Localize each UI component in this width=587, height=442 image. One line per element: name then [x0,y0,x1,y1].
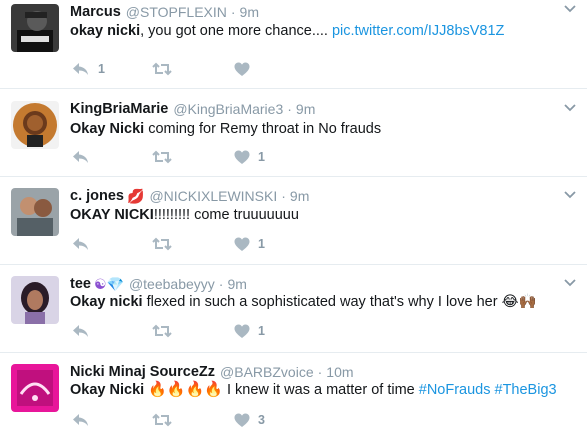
user-name[interactable]: KingBriaMarie [70,100,168,118]
timeline: Marcus @STOPFLEXIN · 9m okay nicki, you … [0,0,587,442]
tweet[interactable]: c. jones 💋 @NICKIXLEWINSKI · 9m OKAY NIC… [0,177,587,265]
hashtag-links[interactable]: #NoFrauds #TheBig3 [419,382,557,398]
reply-icon [73,151,88,163]
avatar[interactable] [11,276,59,324]
like-icon [234,150,250,164]
reply-icon [73,325,88,337]
separator: · [317,364,323,380]
like-button[interactable]: 1 [234,234,265,254]
like-icon [234,62,250,76]
tweet-text-bold: OKAY NICKI [70,207,154,223]
like-icon [234,237,250,251]
like-button[interactable] [234,59,250,79]
user-name[interactable]: Nicki Minaj SourceZz [70,363,215,381]
timestamp[interactable]: 10m [326,363,353,381]
tweet-text-body: flexed in such a sophisticated way that'… [142,294,498,310]
user-handle[interactable]: @teebabeyyy [129,275,215,293]
avatar[interactable] [11,364,59,412]
tweet-text-bold: Okay Nicki [70,121,145,137]
caret-down-icon[interactable] [563,4,577,14]
tweet-text-body: coming for Remy throat in No frauds [144,121,382,137]
retweet-icon [152,62,172,76]
reply-button[interactable] [72,147,90,167]
yin-yang-emoji: ☯💎 [93,276,124,292]
tweet-text: okay nicki, you got one more chance.... … [70,21,504,41]
separator: · [281,188,286,204]
tweet-text: OKAY NICKI!!!!!!!!! come truuuuuuu [70,205,299,225]
user-handle[interactable]: @STOPFLEXIN [126,3,227,21]
user-name[interactable]: Marcus [70,3,121,21]
retweet-button[interactable] [152,147,172,167]
reply-button[interactable] [72,234,90,254]
text-emoji: 😂🙌🏾 [501,294,537,310]
fire-emoji: 🔥🔥🔥🔥 [148,381,223,398]
user-handle[interactable]: @NICKIXLEWINSKI [149,187,277,205]
tweet[interactable]: Nicki Minaj SourceZz @BARBZvoice · 10m O… [0,353,587,442]
reply-count: 1 [98,62,105,76]
user-handle[interactable]: @BARBZvoice [220,363,314,381]
timestamp[interactable]: 9m [240,3,259,21]
tweet[interactable]: Marcus @STOPFLEXIN · 9m okay nicki, you … [0,0,587,89]
separator: · [218,276,224,292]
retweet-icon [152,150,172,164]
reply-icon [73,414,88,426]
avatar[interactable] [11,101,59,149]
reply-icon [73,238,88,250]
like-icon [234,413,250,427]
user-handle[interactable]: @KingBriaMarie3 [173,100,283,118]
tweet-text-body: , you got one more chance.... [140,23,328,39]
media-link[interactable]: pic.twitter.com/IJJ8bsV81Z [332,23,504,39]
reply-button[interactable] [72,321,90,341]
timestamp[interactable]: 9m [227,275,246,293]
caret-down-icon[interactable] [563,278,577,288]
tweet-text: Okay Nicki 🔥🔥🔥🔥 I knew it was a matter o… [70,380,557,400]
retweet-button[interactable] [152,59,172,79]
retweet-icon [152,413,172,427]
reply-icon [73,63,88,75]
tweet-text-bold: Okay Nicki [70,382,145,398]
like-count: 1 [258,237,265,251]
caret-down-icon[interactable] [563,190,577,200]
user-name[interactable]: tee [70,275,91,293]
like-button[interactable]: 3 [234,410,265,430]
avatar[interactable] [11,4,59,52]
like-icon [234,324,250,338]
avatar[interactable] [11,188,59,236]
tweet-text-bold: okay nicki [70,23,141,39]
retweet-button[interactable] [152,234,172,254]
retweet-icon [152,237,172,251]
separator: · [287,101,292,117]
retweet-button[interactable] [152,321,172,341]
reply-button[interactable] [72,410,90,430]
like-count: 1 [258,150,265,164]
tweet-text-bold: Okay nicki [70,294,143,310]
like-count: 3 [258,413,265,427]
retweet-icon [152,324,172,338]
caret-down-icon[interactable] [563,103,577,113]
retweet-button[interactable] [152,410,172,430]
user-name[interactable]: c. jones [70,187,124,205]
reply-button[interactable]: 1 [72,59,105,79]
tweet-text-body: !!!!!!!!! come truuuuuuu [153,207,299,223]
like-button[interactable]: 1 [234,321,265,341]
tweet[interactable]: tee ☯💎 @teebabeyyy · 9m Okay nicki flexe… [0,265,587,353]
like-button[interactable]: 1 [234,147,265,167]
tweet-text-body: I knew it was a matter of time [222,382,419,398]
timestamp[interactable]: 9m [296,100,315,118]
tweet-text: Okay nicki flexed in such a sophisticate… [70,292,537,312]
tweet-text: Okay Nicki coming for Remy throat in No … [70,119,381,139]
like-count: 1 [258,324,265,338]
tweet[interactable]: KingBriaMarie @KingBriaMarie3 · 9m Okay … [0,89,587,177]
separator: · [230,4,236,20]
kiss-emoji: 💋 [127,188,145,204]
timestamp[interactable]: 9m [290,187,309,205]
